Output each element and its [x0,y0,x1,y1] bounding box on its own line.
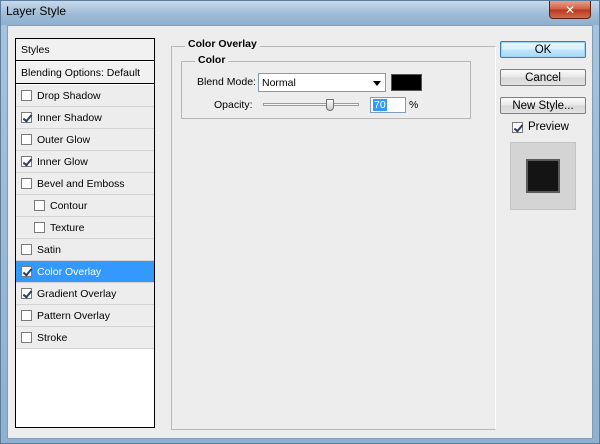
style-item-label: Inner Shadow [37,111,102,124]
style-item-label: Stroke [37,331,68,344]
style-item-checkbox[interactable] [21,310,32,321]
style-item-inner-glow[interactable]: Inner Glow [16,151,154,173]
style-item-inner-shadow[interactable]: Inner Shadow [16,107,154,129]
style-item-color-overlay[interactable]: Color Overlay [16,261,154,283]
style-item-checkbox[interactable] [21,90,32,101]
style-item-checkbox[interactable] [21,266,32,277]
chevron-down-icon [373,81,381,86]
style-item-checkbox[interactable] [21,244,32,255]
style-item-outer-glow[interactable]: Outer Glow [16,129,154,151]
blend-mode-select[interactable]: Normal [258,73,386,92]
close-icon: ✕ [564,2,576,17]
dialog-client: Styles Blending Options: Default Drop Sh… [7,25,593,439]
ok-button[interactable]: OK [500,41,586,58]
style-item-checkbox[interactable] [34,222,45,233]
preview-swatch [526,159,560,193]
style-preview [510,142,576,210]
ok-button-label: OK [534,43,552,56]
style-item-label: Contour [50,199,88,212]
style-item-checkbox[interactable] [21,332,32,343]
style-item-label: Color Overlay [37,265,102,278]
style-item-checkbox[interactable] [21,134,32,145]
opacity-slider-thumb[interactable] [325,99,334,111]
style-item-satin[interactable]: Satin [16,239,154,261]
style-item-bevel-and-emboss[interactable]: Bevel and Emboss [16,173,154,195]
opacity-value: 70 [373,99,387,111]
opacity-unit: % [409,99,419,111]
blending-options-label: Blending Options: Default [21,66,141,79]
new-style-button-label: New Style... [512,99,574,112]
style-item-label: Satin [37,243,61,256]
window-title: Layer Style [6,4,67,18]
style-item-label: Bevel and Emboss [37,177,125,190]
style-item-checkbox[interactable] [34,200,45,211]
style-item-drop-shadow[interactable]: Drop Shadow [16,85,154,107]
preview-toggle[interactable]: Preview [512,121,569,133]
style-item-stroke[interactable]: Stroke [16,327,154,349]
blending-options[interactable]: Blending Options: Default [16,62,154,84]
style-item-label: Drop Shadow [37,89,101,102]
preview-checkbox[interactable] [512,121,523,133]
style-item-label: Pattern Overlay [37,309,110,322]
style-item-label: Outer Glow [37,133,91,146]
style-item-label: Inner Glow [37,155,88,168]
overlay-color-swatch[interactable] [391,74,422,91]
styles-header[interactable]: Styles [16,39,154,61]
opacity-label: Opacity: [214,99,253,111]
style-item-checkbox[interactable] [21,288,32,299]
style-item-label: Gradient Overlay [37,287,117,300]
cancel-button-label: Cancel [525,71,561,84]
new-style-button[interactable]: New Style... [500,97,586,114]
blend-mode-label: Blend Mode: [197,76,256,88]
styles-list: Styles Blending Options: Default Drop Sh… [15,38,155,428]
close-button[interactable]: ✕ [549,1,591,19]
style-item-texture[interactable]: Texture [16,217,154,239]
opacity-slider[interactable] [263,99,359,111]
styles-header-label: Styles [21,43,50,56]
blend-mode-value: Normal [262,76,296,89]
style-item-label: Texture [50,221,85,234]
style-item-pattern-overlay[interactable]: Pattern Overlay [16,305,154,327]
style-item-checkbox[interactable] [21,156,32,167]
style-item-checkbox[interactable] [21,178,32,189]
preview-label: Preview [528,121,569,133]
title-bar[interactable]: Layer Style ✕ [1,1,599,25]
opacity-input[interactable]: 70 [370,97,406,113]
cancel-button[interactable]: Cancel [500,69,586,86]
layer-style-dialog: Layer Style ✕ Styles Blending Options: D… [0,0,600,444]
style-item-gradient-overlay[interactable]: Gradient Overlay [16,283,154,305]
color-group-title: Color [195,54,229,66]
style-item-contour[interactable]: Contour [16,195,154,217]
color-overlay-title: Color Overlay [185,38,260,50]
style-item-checkbox[interactable] [21,112,32,123]
